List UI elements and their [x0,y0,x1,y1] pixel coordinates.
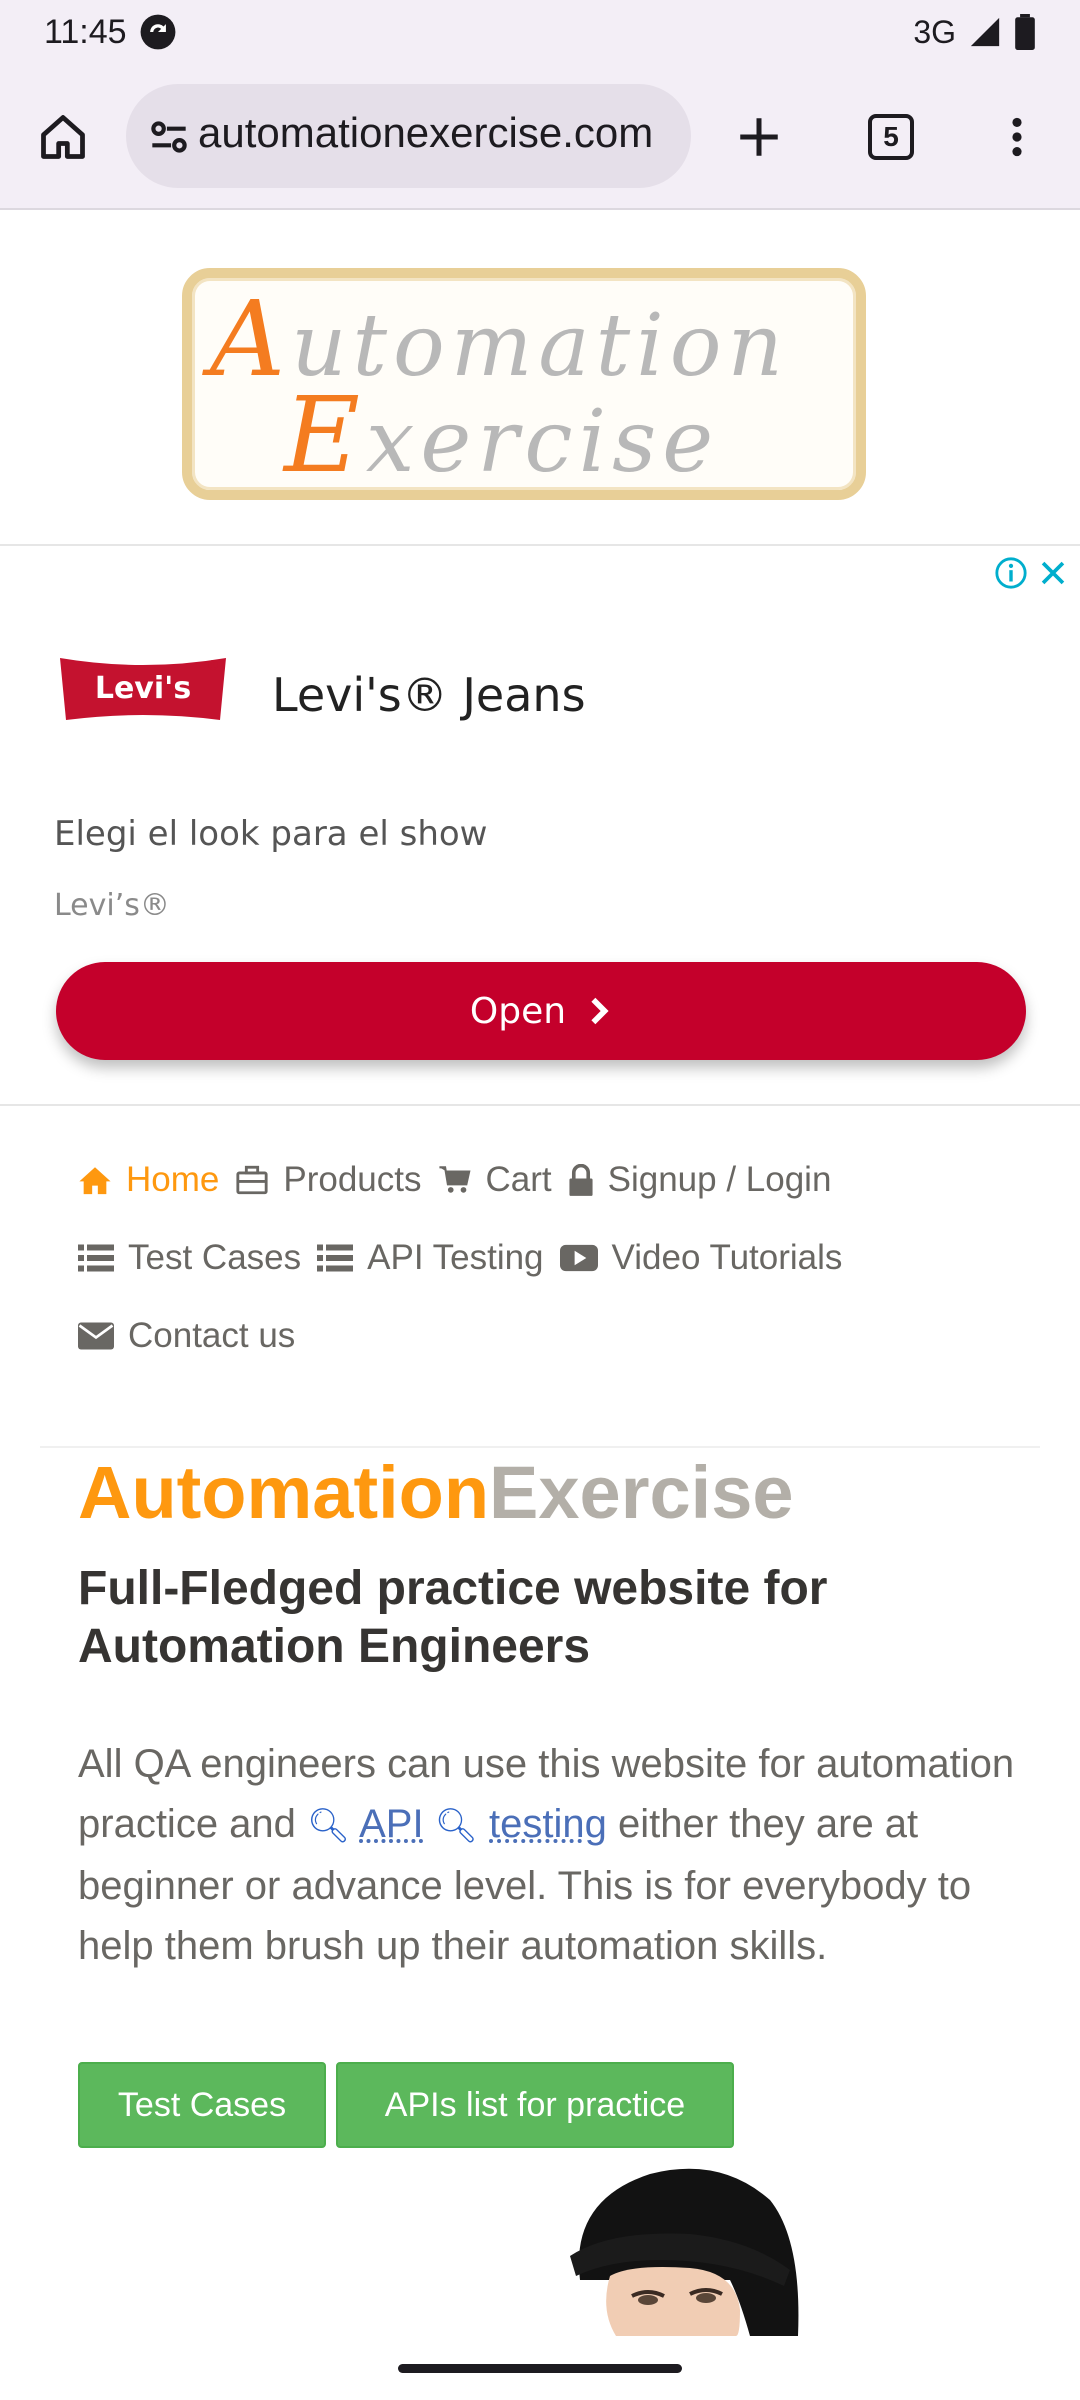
nav-video-tutorials[interactable]: Video Tutorials [559,1238,842,1278]
battery-icon [1015,14,1035,50]
ad-title[interactable]: Levi's® Jeans [272,668,586,722]
svg-text:Levi's: Levi's [95,671,191,706]
nav-contact[interactable]: Contact us [78,1316,295,1356]
magnifier-icon: 🔍︎ [307,1807,351,1845]
status-right: 3G [913,14,1036,51]
tab-switcher-button[interactable]: 5 [846,92,936,182]
ad-controls [994,556,1070,590]
nav-api-testing[interactable]: API Testing [317,1238,544,1278]
status-bar: 11:45 3G [0,0,1080,64]
youtube-icon [559,1244,598,1272]
magnifier-icon: 🔍︎ [434,1807,478,1845]
apis-list-button[interactable]: APIs list for practice [336,2062,734,2148]
network-type: 3G [913,13,956,50]
envelope-icon [78,1322,114,1350]
svg-text:®: ® [206,658,220,674]
hero-model-image [540,2160,840,2336]
browser-toolbar: automationexercise.com 5 [0,64,1080,210]
new-tab-button[interactable] [714,92,804,182]
ad-description: Elegi el look para el show [54,814,488,854]
list-icon [78,1244,114,1272]
sync-icon [140,14,175,50]
url-bar[interactable]: automationexercise.com [126,84,691,188]
briefcase-icon [236,1165,268,1195]
test-cases-button[interactable]: Test Cases [78,2062,326,2148]
nav-row-1: Home Products Cart Signup / Login [78,1160,847,1200]
logo-line-2: Exercise [284,374,720,496]
nav-products[interactable]: Products [235,1160,422,1200]
testing-link[interactable]: testing [489,1802,607,1846]
list-icon [317,1244,354,1272]
hero-description: All QA engineers can use this website fo… [78,1742,1015,1968]
divider [40,1446,1040,1448]
site-logo[interactable]: Automation Exercise [182,268,866,500]
nav-test-cases[interactable]: Test Cases [78,1238,301,1278]
menu-button[interactable] [972,92,1062,182]
url-text: automationexercise.com [198,109,654,156]
lock-icon [569,1164,593,1196]
hero-title: AutomationExercise [78,1451,794,1534]
ad-open-label: Open [469,990,567,1032]
site-settings-icon[interactable] [144,112,194,162]
signal-icon [970,17,1000,47]
nav-cart[interactable]: Cart [438,1160,552,1200]
nav-home[interactable]: Home [78,1160,219,1200]
ad-open-button[interactable]: Open [56,962,1026,1060]
site-header: Automation Exercise [0,210,1080,544]
more-vert-icon [1012,117,1022,157]
levis-logo: Levi's ® [58,654,228,724]
nav-row-3: Contact us [78,1316,311,1356]
ad-advertiser: Levi’s® [54,888,170,923]
api-link[interactable]: API [359,1802,423,1846]
advertisement[interactable]: Levi's ® Levi's® Jeans Elegi el look par… [0,544,1080,1106]
adchoices-icon[interactable] [994,556,1028,590]
home-icon [79,1167,111,1195]
chevron-right-icon [591,997,609,1025]
status-time: 11:45 [44,12,127,51]
nav-row-2: Test Cases API Testing Video Tutorials [78,1238,858,1278]
cart-icon [438,1166,470,1193]
plus-icon [740,118,778,156]
hero-subtitle: Full-Fledged practice website for Automa… [78,1562,828,1673]
gesture-home-indicator[interactable] [398,2364,682,2373]
nav-signup-login[interactable]: Signup / Login [568,1160,831,1200]
status-left: 11:45 [44,13,177,52]
close-icon[interactable] [1036,556,1070,590]
home-button[interactable] [18,92,108,182]
tab-count: 5 [868,114,914,160]
home-icon [41,115,85,159]
